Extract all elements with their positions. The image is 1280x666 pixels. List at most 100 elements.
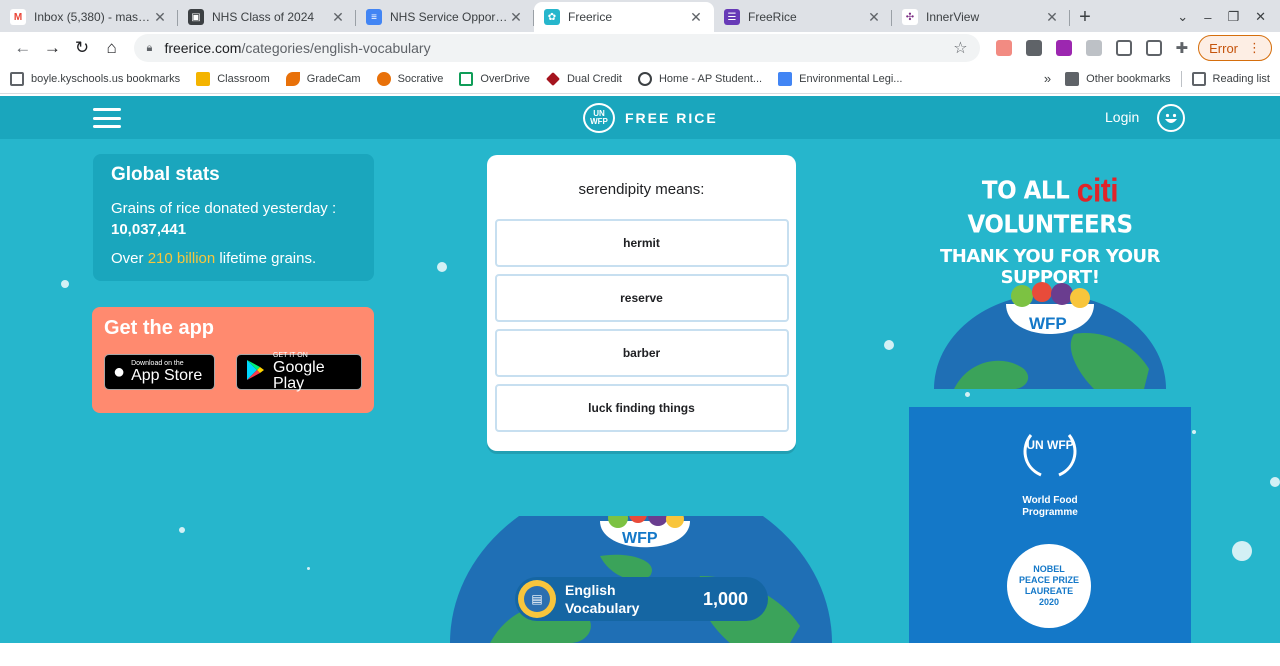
wfp-logo-badge: UN WFP: [583, 103, 615, 133]
more-menu-icon[interactable]: ⋮: [1248, 40, 1261, 56]
googleplay-big-text: Google Play: [273, 359, 325, 392]
folder-icon: [10, 71, 24, 86]
answer-option-3[interactable]: barber: [494, 329, 789, 377]
bookmark-classroom[interactable]: Classroom: [196, 71, 270, 86]
close-icon[interactable]: ✕: [866, 9, 882, 26]
close-icon[interactable]: ✕: [152, 9, 168, 26]
sponsor-line-1-post: VOLUNTEERS: [967, 210, 1133, 239]
more-bookmarks-icon[interactable]: »: [1044, 71, 1051, 86]
bookmark-environmental[interactable]: Environmental Legi...: [778, 71, 903, 86]
tab-nhs-class[interactable]: ▣ NHS Class of 2024 ✕: [178, 2, 356, 32]
extension-screen-icon[interactable]: [1025, 40, 1042, 56]
tab-nhs-service[interactable]: ≡ NHS Service Opportuni ✕: [356, 2, 534, 32]
minimize-icon[interactable]: –: [1204, 10, 1211, 25]
bookmark-gradecam[interactable]: GradeCam: [285, 71, 361, 86]
app-card-title: Get the app: [104, 317, 215, 339]
wfp-name-line-2: Programme: [1022, 507, 1078, 518]
lock-icon[interactable]: 🔒︎: [146, 42, 164, 55]
stats-lifetime: Over 210 billion lifetime grains.: [111, 248, 356, 269]
extension-shield-icon[interactable]: [1115, 40, 1132, 56]
bookmark-ap-student[interactable]: Home - AP Student...: [637, 71, 762, 86]
close-window-icon[interactable]: ✕: [1255, 9, 1266, 25]
bookmark-socrative[interactable]: Socrative: [376, 71, 443, 86]
logo-text: FREE RICE: [625, 110, 718, 126]
gmail-icon: M: [10, 9, 26, 25]
stats-lifetime-prefix: Over: [111, 250, 144, 267]
bookmarks-right: » Other bookmarks Reading list: [1044, 70, 1270, 87]
close-icon[interactable]: ✕: [688, 9, 704, 26]
stats-yesterday-label: Grains of rice donated yesterday :: [111, 200, 337, 217]
window-controls: ⌄ – ❐ ✕: [1177, 2, 1280, 32]
answer-option-1[interactable]: hermit: [494, 219, 789, 267]
tab-title: Inbox (5,380) - mason.y: [34, 10, 152, 24]
forms-icon: ☰: [724, 9, 740, 25]
get-the-app-card: Get the app ● Download on the App Store …: [92, 307, 374, 413]
ap-icon: [637, 71, 652, 86]
url-host: freerice.com: [164, 40, 242, 56]
close-icon[interactable]: ✕: [1044, 9, 1060, 26]
answer-option-2[interactable]: reserve: [494, 274, 789, 322]
close-icon[interactable]: ✕: [508, 9, 524, 26]
category-icon: ▤: [518, 580, 556, 618]
tab-freerice[interactable]: ✿ Freerice ✕: [534, 2, 714, 32]
reading-list[interactable]: Reading list: [1191, 71, 1270, 86]
overdrive-icon: [459, 71, 474, 86]
freerice-icon: ✿: [544, 9, 560, 25]
menu-icon[interactable]: [93, 108, 121, 128]
home-icon[interactable]: ⌂: [97, 34, 127, 62]
stats-yesterday-value: 10,037,441: [111, 221, 187, 238]
answer-option-4[interactable]: luck finding things: [494, 384, 789, 432]
extension-puzzle-purple-icon[interactable]: [1055, 40, 1072, 56]
tab-freerice-form[interactable]: ☰ FreeRice ✕: [714, 2, 892, 32]
google-play-button[interactable]: GET IT ON Google Play: [236, 352, 362, 392]
wfp-name: World Food Programme: [909, 495, 1191, 519]
bookmark-star-icon[interactable]: ☆: [953, 38, 967, 58]
rice-count: 1,000: [702, 588, 748, 609]
stats-title: Global stats: [111, 164, 220, 185]
classroom-icon: [196, 71, 211, 86]
docs-icon: [778, 71, 793, 86]
category-line-2: Vocabulary: [565, 600, 640, 616]
wfp-emblem-icon: UN WFP: [1019, 427, 1081, 479]
bookmark-label: OverDrive: [480, 72, 530, 85]
profile-error-button[interactable]: Error ⋮: [1198, 35, 1273, 61]
address-bar[interactable]: 🔒︎ freerice.com/categories/english-vocab…: [134, 34, 980, 62]
forward-icon[interactable]: →: [38, 34, 68, 62]
bookmark-label: Environmental Legi...: [799, 72, 903, 85]
tab-title: InnerView: [926, 10, 980, 24]
bookmark-boyle[interactable]: boyle.kyschools.us bookmarks: [10, 71, 181, 86]
extension-arrows-icon[interactable]: [1085, 40, 1102, 56]
close-icon[interactable]: ✕: [330, 9, 346, 26]
extension-play-icon[interactable]: [995, 40, 1012, 56]
other-bookmarks[interactable]: Other bookmarks: [1065, 71, 1171, 86]
site-header: UN WFP FREE RICE Login: [0, 96, 1280, 139]
browser-toolbar: ← → ↻ ⌂ 🔒︎ freerice.com/categories/engli…: [0, 32, 1280, 64]
extensions-puzzle-icon[interactable]: ✚: [1176, 39, 1189, 57]
reload-icon[interactable]: ↻: [67, 34, 97, 62]
wfp-panel[interactable]: UN WFP World Food Programme NOBEL PEACE …: [909, 407, 1191, 643]
extension-shield-outline-icon[interactable]: [1145, 40, 1162, 56]
back-icon[interactable]: ←: [8, 34, 38, 62]
restore-icon[interactable]: ❐: [1227, 9, 1239, 25]
tab-gmail[interactable]: M Inbox (5,380) - mason.y ✕: [0, 2, 178, 32]
bookmark-overdrive[interactable]: OverDrive: [459, 71, 530, 86]
tab-innerview[interactable]: ✣ InnerView ✕: [892, 2, 1070, 32]
login-link[interactable]: Login: [1105, 109, 1139, 125]
bookmark-label: Classroom: [217, 72, 270, 85]
tab-title: NHS Class of 2024: [212, 10, 315, 24]
category-progress-pill[interactable]: ▤ English Vocabulary 1,000: [515, 577, 768, 621]
avatar-icon[interactable]: [1157, 104, 1185, 132]
tab-title: FreeRice: [748, 10, 797, 24]
docs-icon: ≡: [366, 9, 382, 25]
app-store-button[interactable]: ● Download on the App Store: [104, 354, 215, 390]
nobel-line-2: PEACE PRIZE: [1018, 575, 1079, 585]
tab-search-icon[interactable]: ⌄: [1177, 9, 1188, 25]
global-stats-card: Global stats Grains of rice donated yest…: [93, 154, 374, 281]
browser-tab-strip: M Inbox (5,380) - mason.y ✕ ▣ NHS Class …: [0, 0, 1280, 32]
new-tab-button[interactable]: +: [1070, 2, 1100, 32]
freerice-logo[interactable]: UN WFP FREE RICE: [583, 103, 718, 133]
bookmark-dual-credit[interactable]: Dual Credit: [546, 71, 622, 86]
bookmark-label: boyle.kyschools.us bookmarks: [31, 72, 181, 85]
tab-title: Freerice: [568, 10, 613, 24]
socrative-icon: [376, 71, 391, 86]
